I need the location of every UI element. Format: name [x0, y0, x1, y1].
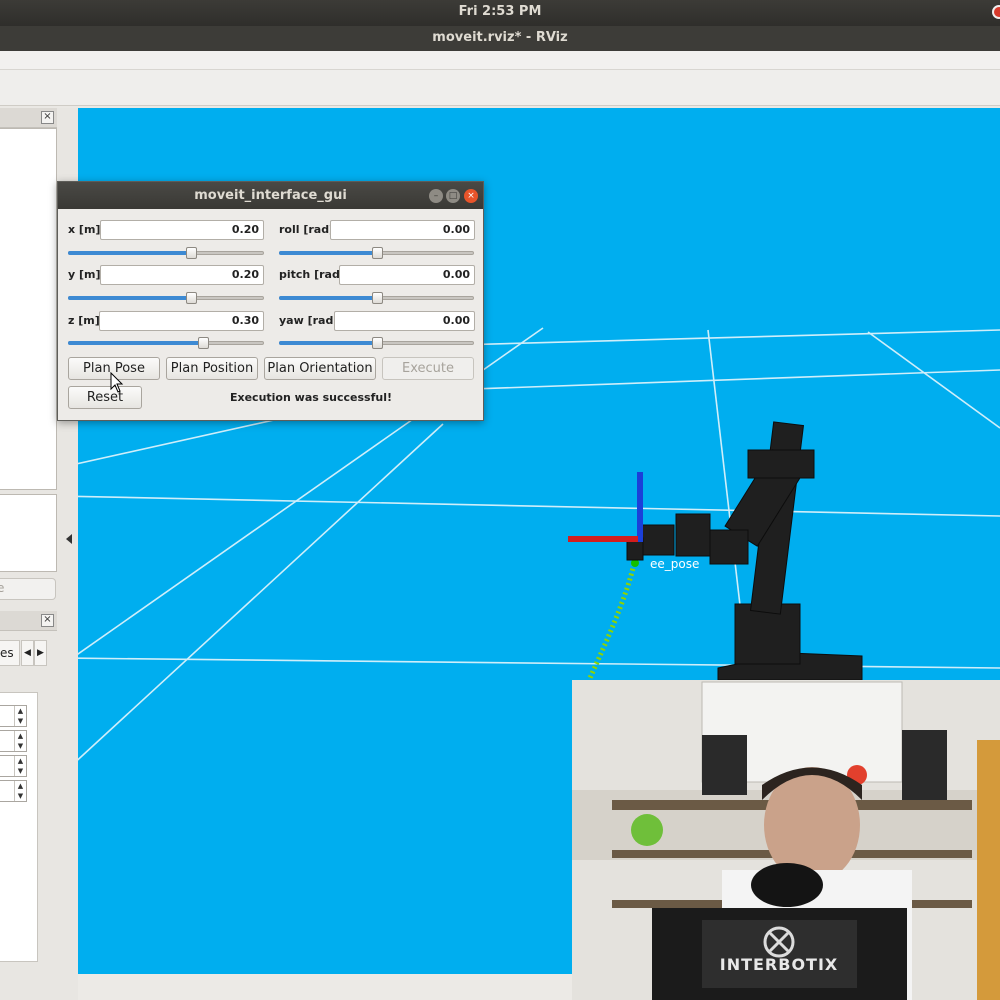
- status-strip: [78, 974, 578, 1000]
- close-icon[interactable]: ×: [41, 111, 54, 124]
- minimize-icon[interactable]: –: [429, 189, 443, 203]
- plan-orientation-button[interactable]: Plan Orientation: [264, 357, 376, 380]
- interbotix-logo: INTERBOTIX: [719, 955, 839, 974]
- yaw-slider[interactable]: [279, 335, 474, 351]
- chevron-right-icon[interactable]: ▶: [34, 640, 47, 666]
- x-label: x [m]: [68, 223, 101, 236]
- webcam-overlay: [572, 680, 1000, 1000]
- slider-handle[interactable]: [198, 337, 210, 349]
- slider-handle[interactable]: [186, 247, 198, 259]
- pitch-slider[interactable]: [279, 290, 474, 306]
- panel-button[interactable]: e: [0, 578, 56, 600]
- x-slider[interactable]: [68, 245, 264, 261]
- views-tabs: es ◀ ▶: [0, 640, 50, 666]
- x-input[interactable]: 0.20: [100, 220, 264, 240]
- robot-arm: [626, 421, 863, 681]
- slider-handle[interactable]: [371, 247, 383, 259]
- spin-arrows-icon[interactable]: ▲ ▼: [14, 756, 26, 776]
- z-label: z [m]: [68, 314, 100, 327]
- panel-button-label: e: [0, 581, 5, 595]
- description-panel: [0, 494, 57, 572]
- y-input[interactable]: 0.20: [100, 265, 264, 285]
- z-input[interactable]: 0.30: [99, 311, 264, 331]
- yaw-input[interactable]: 0.00: [334, 311, 475, 331]
- y-slider[interactable]: [68, 290, 264, 306]
- close-icon[interactable]: ×: [464, 189, 478, 203]
- views-panel-header: ×: [0, 611, 57, 631]
- reset-button[interactable]: Reset: [68, 386, 142, 409]
- screen: Fri 2:53 PM moveit.rviz* - RViz × e × es…: [0, 0, 1000, 1000]
- spin-box[interactable]: ▲ ▼: [0, 730, 27, 752]
- view-properties: ▲ ▼ ▲ ▼ ▲ ▼ ▲ ▼: [0, 692, 38, 962]
- tool-bar: [0, 70, 1000, 106]
- system-clock[interactable]: Fri 2:53 PM: [0, 0, 1000, 24]
- spin-arrows-icon[interactable]: ▲ ▼: [14, 781, 26, 801]
- close-icon[interactable]: ×: [41, 614, 54, 627]
- trajectory-path: [587, 559, 639, 680]
- spin-arrows-icon[interactable]: ▲ ▼: [14, 731, 26, 751]
- mouse-cursor-icon: [110, 372, 124, 393]
- pitch-label: pitch [rad]: [279, 268, 345, 281]
- maximize-icon[interactable]: □: [446, 189, 460, 203]
- slider-handle[interactable]: [371, 337, 383, 349]
- dialog-title: moveit_interface_gui: [58, 182, 483, 209]
- spin-box[interactable]: ▲ ▼: [0, 705, 27, 727]
- yaw-label: yaw [rad]: [279, 314, 339, 327]
- z-slider[interactable]: [68, 335, 264, 351]
- webcam-scene: [572, 680, 1000, 1000]
- slider-handle[interactable]: [371, 292, 383, 304]
- chevron-left-icon[interactable]: ◀: [21, 640, 34, 666]
- frame-label: ee_pose: [650, 557, 699, 571]
- window-title: moveit.rviz* - RViz: [0, 26, 1000, 51]
- spin-arrows-icon[interactable]: ▲ ▼: [14, 706, 26, 726]
- pitch-input[interactable]: 0.00: [339, 265, 475, 285]
- y-label: y [m]: [68, 268, 101, 281]
- slider-handle[interactable]: [186, 292, 198, 304]
- power-icon[interactable]: [992, 5, 1000, 19]
- spin-box[interactable]: ▲ ▼: [0, 755, 27, 777]
- roll-input[interactable]: 0.00: [330, 220, 475, 240]
- system-top-bar: Fri 2:53 PM: [0, 0, 1000, 26]
- plan-position-button[interactable]: Plan Position: [166, 357, 258, 380]
- menu-bar: [0, 51, 1000, 70]
- displays-tree[interactable]: [0, 128, 57, 490]
- execute-button[interactable]: Execute: [382, 357, 474, 380]
- status-message: Execution was successful!: [229, 391, 392, 404]
- displays-panel-header: ×: [0, 108, 57, 128]
- collapse-dock-icon[interactable]: [66, 534, 72, 544]
- roll-label: roll [rad]: [279, 223, 335, 236]
- roll-slider[interactable]: [279, 245, 474, 261]
- tab-views[interactable]: es: [0, 640, 20, 666]
- spin-box[interactable]: ▲ ▼: [0, 780, 27, 802]
